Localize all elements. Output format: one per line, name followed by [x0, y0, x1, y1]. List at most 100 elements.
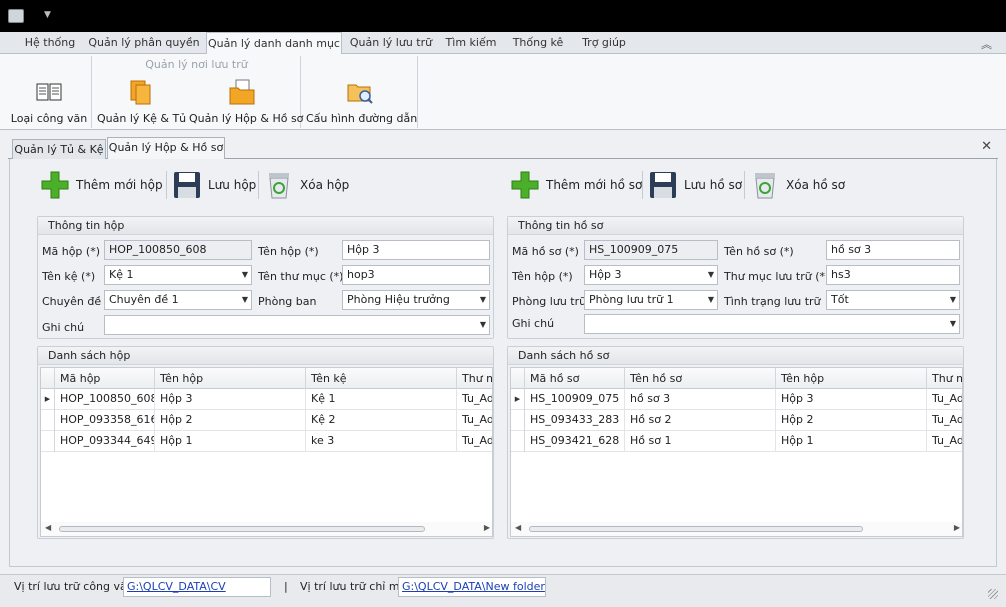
toolbar-separator: [258, 171, 259, 199]
table-row[interactable]: HOP_093358_616 Hộp 2 Kệ 2 Tu_Admin: [41, 410, 492, 431]
shelf-select[interactable]: Kệ 1 ▼: [104, 265, 252, 285]
col-header-thu-muc[interactable]: Thư mục: [457, 368, 492, 389]
file-note-label: Ghi chú: [512, 317, 555, 330]
quick-access-dropdown-icon[interactable]: ▼: [44, 10, 51, 20]
add-box-button[interactable]: Thêm mới hộp: [40, 167, 163, 203]
folder-name-field[interactable]: hop3: [342, 265, 490, 285]
tab-thong-ke[interactable]: Thống kê: [508, 32, 568, 54]
box-list-title: Danh sách hộp: [38, 347, 493, 365]
col-header-ten-hop[interactable]: Tên hộp: [155, 368, 306, 389]
delete-box-button[interactable]: Xóa hộp: [264, 167, 364, 203]
cell-ten-ho-so: Hồ sơ 2: [625, 410, 776, 431]
horizontal-scrollbar[interactable]: ◀ ▶: [41, 522, 492, 536]
quan-ly-ke-tu-button[interactable]: Quản lý Kệ & Tủ: [97, 78, 186, 126]
save-file-button[interactable]: Lưu hồ sơ: [648, 167, 742, 203]
quan-ly-hop-ho-so-label: Quản lý Hộp & Hồ sơ: [189, 112, 304, 125]
ribbon-group-cau-hinh: Cấu hình đường dẫn: [302, 56, 418, 128]
storage-room-label: Phòng lưu trữ: [512, 295, 587, 308]
table-row[interactable]: HOP_093344_649 Hộp 1 ke 3 Tu_Admin: [41, 431, 492, 452]
cau-hinh-duong-dan-label: Cấu hình đường dẫn: [306, 112, 418, 125]
plus-icon: [41, 171, 69, 199]
col-header-thu-muc[interactable]: Thư mục: [927, 368, 962, 389]
ribbon-collapse-icon[interactable]: ︽: [981, 36, 992, 52]
tab-quan-ly-luu-tru[interactable]: Quản lý lưu trữ: [348, 32, 434, 54]
scroll-left-icon[interactable]: ◀: [45, 523, 51, 532]
file-name-field[interactable]: hồ sơ 3: [826, 240, 960, 260]
scroll-right-icon[interactable]: ▶: [954, 523, 960, 532]
recycle-bin-icon: [269, 173, 289, 199]
cell-thu-muc: Tu_Admin: [457, 410, 492, 431]
col-header-ma-ho-so[interactable]: Mã hồ sơ: [525, 368, 625, 389]
table-row[interactable]: HS_093433_283 Hồ sơ 2 Hộp 2 Tu_Admin: [511, 410, 962, 431]
col-header-ten-ho-so[interactable]: Tên hồ sơ: [625, 368, 776, 389]
cell-ten-ke: ke 3: [306, 431, 457, 452]
plus-icon: [511, 171, 539, 199]
document-body: Thêm mới hộp Lưu hộp Xóa hộp Thêm mới hồ…: [9, 159, 997, 567]
cell-ten-hop: Hộp 3: [155, 389, 306, 410]
tab-tro-giup[interactable]: Trợ giúp: [576, 32, 632, 54]
grid-header: Mã hộp Tên hộp Tên kệ Thư mục: [41, 368, 492, 389]
topic-select[interactable]: Chuyên đề 1 ▼: [104, 290, 252, 310]
department-select-value: Phòng Hiệu trưởng: [347, 293, 450, 306]
cau-hinh-duong-dan-button[interactable]: Cấu hình đường dẫn: [306, 78, 418, 126]
horizontal-scrollbar[interactable]: ◀ ▶: [511, 522, 962, 536]
storage-status-select[interactable]: Tốt ▼: [826, 290, 960, 310]
loai-cong-van-button[interactable]: Loại công văn: [8, 78, 90, 126]
current-row-indicator-icon: ▶: [511, 389, 525, 410]
scrollbar-thumb[interactable]: [529, 526, 863, 532]
scrollbar-thumb[interactable]: [59, 526, 425, 532]
add-file-button[interactable]: Thêm mới hồ sơ: [510, 167, 642, 203]
chevron-down-icon[interactable]: ▼: [480, 316, 486, 334]
table-row[interactable]: ▶ HOP_100850_608 Hộp 3 Kệ 1 Tu_Admin: [41, 389, 492, 410]
storage-folder-field[interactable]: hs3: [826, 265, 960, 285]
chevron-down-icon[interactable]: ▼: [242, 266, 248, 284]
file-code-field[interactable]: HS_100909_075: [584, 240, 718, 260]
box-name-field[interactable]: Hộp 3: [342, 240, 490, 260]
scroll-right-icon[interactable]: ▶: [484, 523, 490, 532]
delete-file-button[interactable]: Xóa hồ sơ: [750, 167, 848, 203]
tab-quan-ly-danh-muc[interactable]: Quản lý danh danh mục: [206, 32, 342, 55]
chevron-down-icon[interactable]: ▼: [242, 291, 248, 309]
add-box-label: Thêm mới hộp: [76, 178, 163, 192]
col-header-ten-ke[interactable]: Tên kệ: [306, 368, 457, 389]
chevron-down-icon[interactable]: ▼: [708, 291, 714, 309]
chevron-down-icon[interactable]: ▼: [480, 291, 486, 309]
box-code-field[interactable]: HOP_100850_608: [104, 240, 252, 260]
book-icon: [36, 83, 62, 101]
box-info-title: Thông tin hộp: [38, 217, 493, 235]
resize-grip-icon[interactable]: [988, 589, 998, 599]
box-note-field[interactable]: ▼: [104, 315, 490, 335]
floppy-disk-icon: [650, 172, 676, 198]
app-icon[interactable]: [8, 9, 24, 23]
tab-tim-kiem[interactable]: Tìm kiếm: [442, 32, 500, 54]
doc-tab-hop-ho-so[interactable]: Quản lý Hộp & Hồ sơ: [107, 137, 225, 160]
tab-quan-ly-phan-quyen[interactable]: Quản lý phân quyền: [88, 32, 200, 54]
cell-ma-hop: HOP_093344_649: [55, 431, 155, 452]
cell-ma-ho-so: HS_093433_283: [525, 410, 625, 431]
cv-path-link[interactable]: G:\QLCV_DATA\CV: [123, 577, 271, 597]
file-box-select[interactable]: Hộp 3 ▼: [584, 265, 718, 285]
chevron-down-icon[interactable]: ▼: [950, 315, 956, 333]
toolbar-separator: [744, 171, 745, 199]
storage-room-select-value: Phòng lưu trữ 1: [589, 293, 674, 306]
department-label: Phòng ban: [258, 295, 317, 308]
cell-ten-ho-so: Hồ sơ 1: [625, 431, 776, 452]
quan-ly-hop-ho-so-button[interactable]: Quản lý Hộp & Hồ sơ: [189, 78, 304, 126]
table-row[interactable]: HS_093421_628 Hồ sơ 1 Hộp 1 Tu_Admin: [511, 431, 962, 452]
file-note-field[interactable]: ▼: [584, 314, 960, 334]
document-folder-icon: [229, 79, 255, 105]
scroll-left-icon[interactable]: ◀: [515, 523, 521, 532]
chevron-down-icon[interactable]: ▼: [708, 266, 714, 284]
chevron-down-icon[interactable]: ▼: [950, 291, 956, 309]
index-path-link[interactable]: G:\QLCV_DATA\New folder: [398, 577, 546, 597]
tab-he-thong[interactable]: Hệ thống: [18, 32, 82, 54]
save-box-button[interactable]: Lưu hộp: [172, 167, 258, 203]
col-header-ten-hop[interactable]: Tên hộp: [776, 368, 927, 389]
col-header-ma-hop[interactable]: Mã hộp: [55, 368, 155, 389]
table-row[interactable]: ▶ HS_100909_075 hồ sơ 3 Hộp 3 Tu_Admin: [511, 389, 962, 410]
doc-tab-tu-ke[interactable]: Quản lý Tủ & Kệ: [12, 139, 106, 159]
department-select[interactable]: Phòng Hiệu trưởng ▼: [342, 290, 490, 310]
storage-room-select[interactable]: Phòng lưu trữ 1 ▼: [584, 290, 718, 310]
close-icon[interactable]: ✕: [981, 139, 992, 154]
folder-search-icon: [347, 84, 373, 104]
